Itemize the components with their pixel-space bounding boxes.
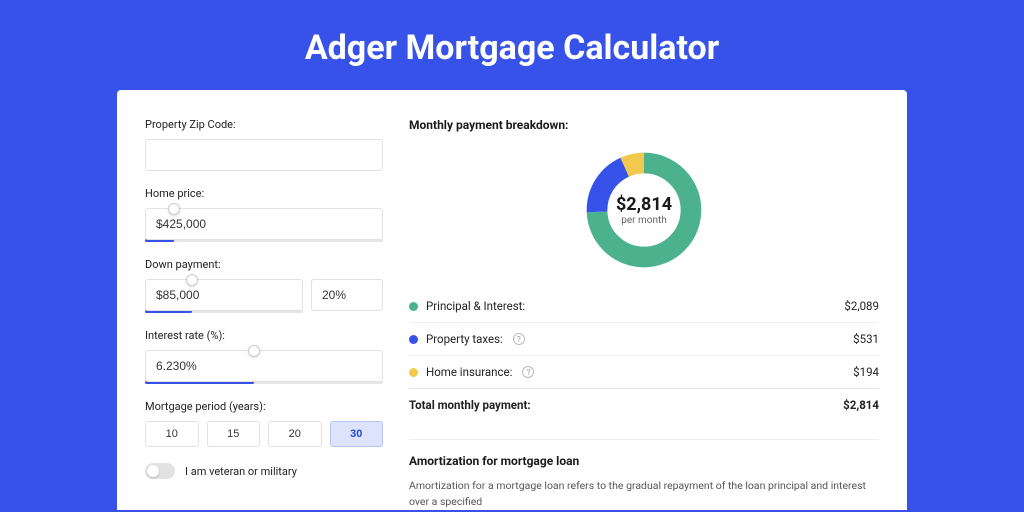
veteran-row: I am veteran or military — [145, 463, 383, 479]
results-column: Monthly payment breakdown: $2,814 per mo… — [409, 118, 879, 510]
legend-row: Home insurance:? $194 — [409, 355, 879, 388]
info-icon[interactable]: ? — [513, 333, 525, 345]
amortization-title: Amortization for mortgage loan — [409, 454, 879, 468]
inputs-column: Property Zip Code: Home price: Down paym… — [145, 118, 383, 510]
total-value: $2,814 — [843, 398, 879, 412]
home-price-slider-thumb[interactable] — [168, 203, 180, 215]
period-field: Mortgage period (years): 10 15 20 30 — [145, 400, 383, 447]
veteran-toggle[interactable] — [145, 463, 175, 479]
period-option-15[interactable]: 15 — [207, 421, 261, 447]
legend-value: $531 — [853, 332, 879, 346]
home-price-input[interactable] — [145, 208, 383, 240]
period-option-10[interactable]: 10 — [145, 421, 199, 447]
legend-label: Home insurance: — [426, 365, 512, 379]
period-option-30[interactable]: 30 — [330, 421, 384, 447]
donut-sub: per month — [621, 215, 667, 226]
total-label: Total monthly payment: — [409, 398, 531, 412]
zip-label: Property Zip Code: — [145, 118, 383, 131]
interest-field: Interest rate (%): — [145, 329, 383, 384]
donut-amount: $2,814 — [616, 194, 672, 215]
amortization-text: Amortization for a mortgage loan refers … — [409, 478, 879, 510]
legend-dot — [409, 368, 418, 377]
legend-label: Property taxes: — [426, 332, 503, 346]
donut-chart: $2,814 per month — [409, 140, 879, 290]
interest-label: Interest rate (%): — [145, 329, 383, 342]
calculator-card: Property Zip Code: Home price: Down paym… — [117, 90, 907, 510]
total-row: Total monthly payment: $2,814 — [409, 388, 879, 421]
down-payment-label: Down payment: — [145, 258, 383, 271]
veteran-toggle-knob — [147, 465, 159, 477]
legend-dot — [409, 302, 418, 311]
veteran-label: I am veteran or military — [185, 465, 297, 478]
period-label: Mortgage period (years): — [145, 400, 383, 413]
down-payment-field: Down payment: — [145, 258, 383, 313]
info-icon[interactable]: ? — [522, 366, 534, 378]
interest-input[interactable] — [145, 350, 383, 382]
legend-dot — [409, 335, 418, 344]
down-payment-input[interactable] — [145, 279, 303, 311]
breakdown-title: Monthly payment breakdown: — [409, 118, 879, 132]
home-price-field: Home price: — [145, 187, 383, 242]
legend-row: Principal & Interest: $2,089 — [409, 290, 879, 322]
zip-input[interactable] — [145, 139, 383, 171]
zip-field: Property Zip Code: — [145, 118, 383, 171]
down-payment-percent-input[interactable] — [311, 279, 383, 311]
period-option-20[interactable]: 20 — [268, 421, 322, 447]
legend-label: Principal & Interest: — [426, 299, 525, 313]
legend-row: Property taxes:? $531 — [409, 322, 879, 355]
legend-value: $194 — [853, 365, 879, 379]
legend-value: $2,089 — [844, 299, 879, 313]
page-title: Adger Mortgage Calculator — [0, 0, 1024, 90]
amortization-section: Amortization for mortgage loan Amortizat… — [409, 439, 879, 510]
home-price-label: Home price: — [145, 187, 383, 200]
